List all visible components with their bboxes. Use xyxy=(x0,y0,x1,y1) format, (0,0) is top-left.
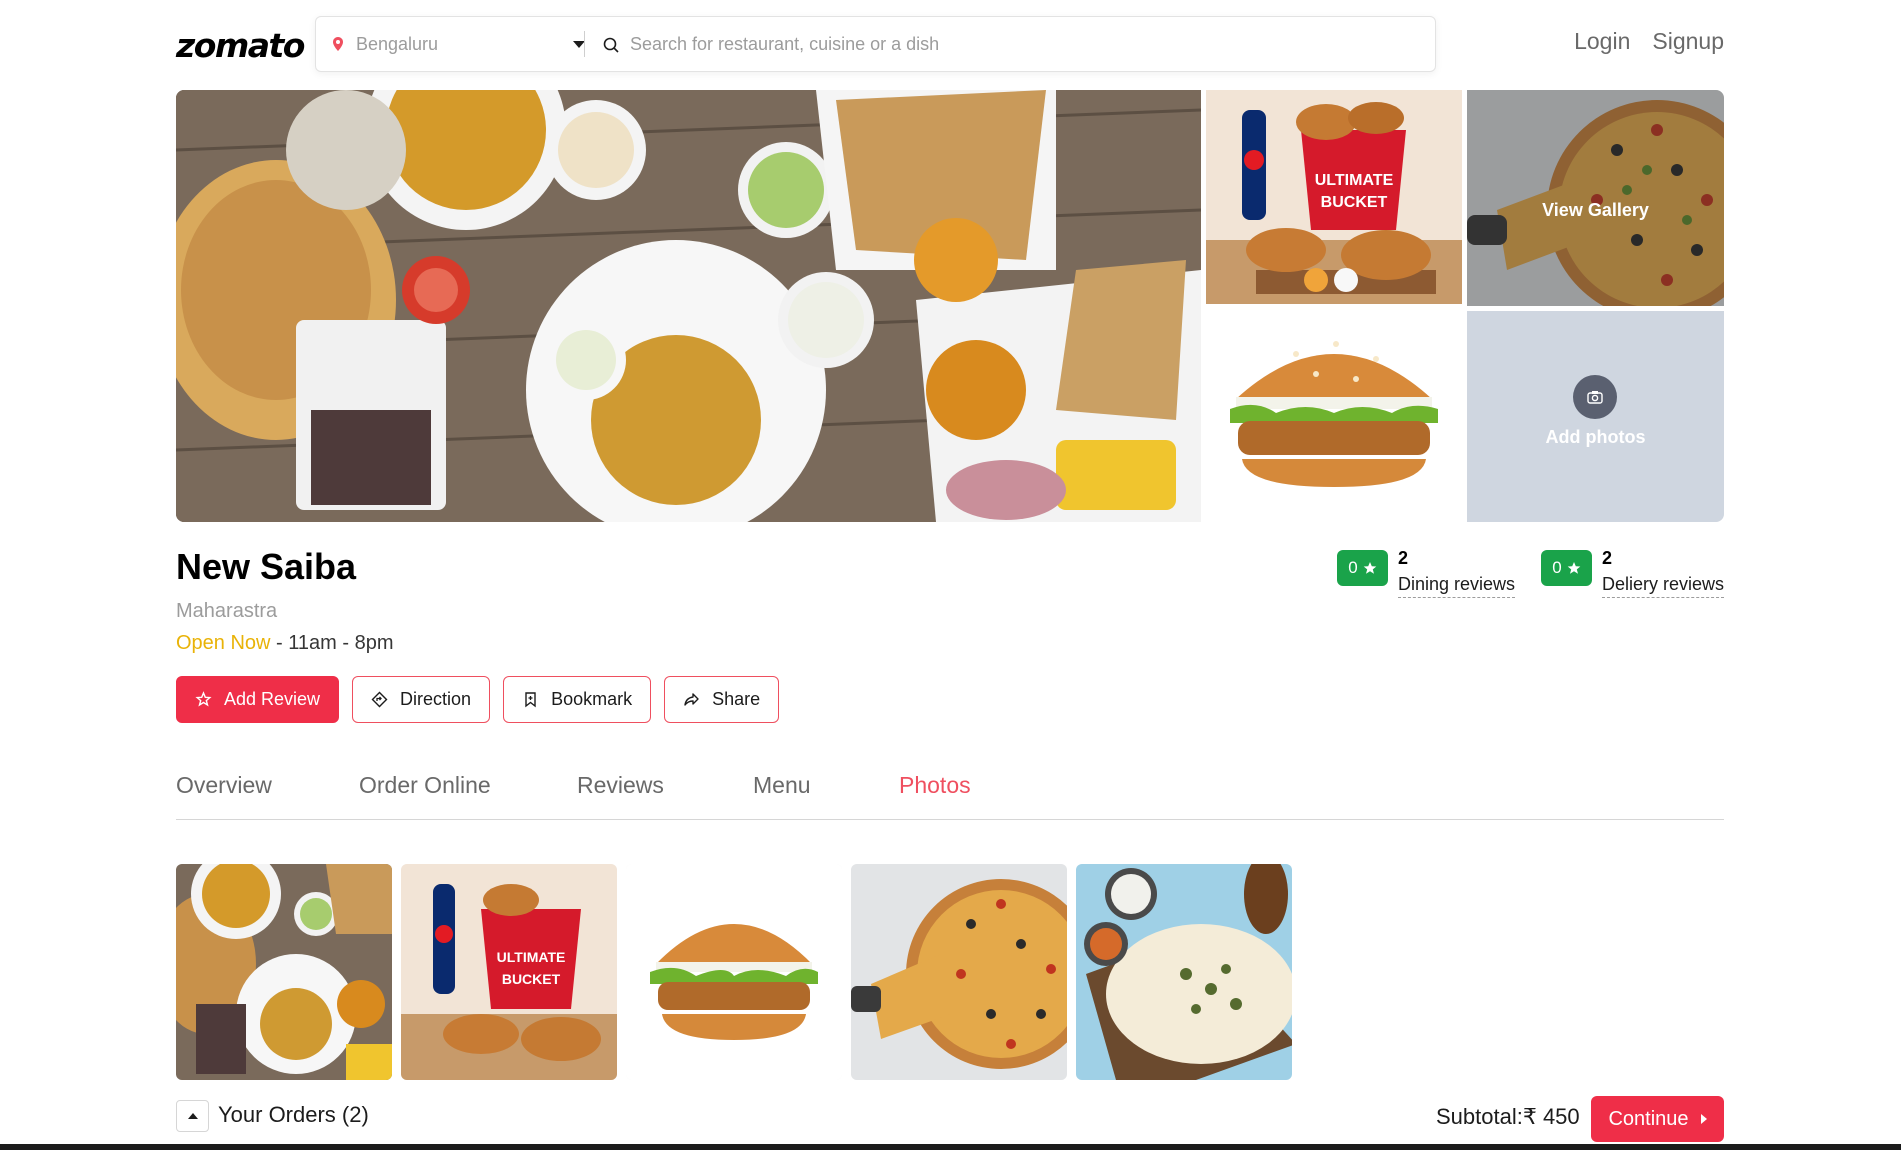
restaurant-location: Maharastra xyxy=(176,600,278,622)
location-selector[interactable]: Bengaluru xyxy=(330,17,585,71)
share-label: Share xyxy=(712,689,761,709)
bookmark-button[interactable]: Bookmark xyxy=(503,676,652,723)
action-buttons: Add Review Direction Bookmark Share xyxy=(176,676,780,723)
thali-image xyxy=(176,90,1201,522)
subtotal-text: Subtotal:₹ 450 xyxy=(1436,1104,1580,1129)
delivery-rating[interactable]: 0 2 Deliery reviews xyxy=(1541,548,1725,598)
continue-label: Continue xyxy=(1608,1107,1689,1130)
photo-thumbnail[interactable] xyxy=(626,864,842,1080)
tab-photos[interactable]: Photos xyxy=(899,772,971,799)
rating-badge: 0 xyxy=(1337,550,1388,586)
rice-plate-thumbnail-image xyxy=(1076,864,1292,1080)
photo-thumbnail[interactable] xyxy=(1076,864,1292,1080)
direction-icon xyxy=(371,691,388,708)
continue-button[interactable]: Continue xyxy=(1591,1096,1724,1142)
search-divider xyxy=(584,31,585,57)
auth-links: Login Signup xyxy=(1574,28,1724,55)
tab-reviews[interactable]: Reviews xyxy=(577,772,664,799)
star-icon xyxy=(1363,562,1377,574)
main-photo[interactable] xyxy=(176,90,1201,522)
burger-photo[interactable] xyxy=(1206,309,1462,522)
rating-info: 2 Deliery reviews xyxy=(1602,548,1725,598)
rating-badge: 0 xyxy=(1541,550,1592,586)
direction-button[interactable]: Direction xyxy=(352,676,491,723)
tab-menu[interactable]: Menu xyxy=(753,772,811,799)
photo-gallery: ULTIMATE BUCKET View Gallery Add photos xyxy=(176,90,1724,522)
expand-orders-button[interactable] xyxy=(176,1100,209,1132)
star-outline-icon xyxy=(195,691,212,707)
login-link[interactable]: Login xyxy=(1574,28,1630,55)
opening-hours: Open Now - 11am - 8pm xyxy=(176,632,394,655)
bucket-photo[interactable]: ULTIMATE BUCKET xyxy=(1206,90,1462,304)
orders-bar: Your Orders (2) Subtotal:₹ 450 Continue xyxy=(0,1094,1901,1150)
star-icon xyxy=(1567,562,1581,574)
your-orders-label[interactable]: Your Orders (2) xyxy=(218,1102,369,1128)
add-review-button[interactable]: Add Review xyxy=(176,676,340,723)
view-gallery-label[interactable]: View Gallery xyxy=(1467,200,1724,221)
view-gallery-tile[interactable]: View Gallery xyxy=(1467,90,1724,306)
camera-icon xyxy=(1573,375,1617,419)
section-tabs: Overview Order Online Reviews Menu Photo… xyxy=(176,768,1724,820)
burger-thumbnail-image xyxy=(626,864,842,1080)
svg-text:BUCKET: BUCKET xyxy=(1321,194,1388,211)
rating-info: 2 Dining reviews xyxy=(1398,548,1516,598)
rating-value: 0 xyxy=(1348,558,1358,577)
dining-rating[interactable]: 0 2 Dining reviews xyxy=(1337,548,1516,598)
zomato-logo[interactable]: zomato xyxy=(176,26,305,65)
add-photos-tile[interactable]: Add photos xyxy=(1467,311,1724,522)
review-count: 2 xyxy=(1602,548,1613,568)
chicken-bucket-image: ULTIMATE BUCKET xyxy=(1206,90,1462,304)
share-button[interactable]: Share xyxy=(664,676,780,723)
photo-thumbnail[interactable] xyxy=(851,864,1067,1080)
gallery-overlay xyxy=(1467,90,1724,306)
search-bar: Bengaluru xyxy=(315,16,1436,72)
bucket-thumbnail-image: ULTIMATE BUCKET xyxy=(401,864,617,1080)
hours-text: - 11am - 8pm xyxy=(270,632,394,654)
photo-thumbnail[interactable]: ULTIMATE BUCKET xyxy=(401,864,617,1080)
top-header: zomato Bengaluru Login Signup xyxy=(176,14,1724,72)
restaurant-name: New Saiba xyxy=(176,546,357,587)
bookmark-icon xyxy=(525,692,536,708)
pizza-thumbnail-image xyxy=(851,864,1067,1080)
direction-label: Direction xyxy=(400,689,472,709)
open-status: Open Now xyxy=(176,632,271,654)
rating-value: 0 xyxy=(1552,558,1562,577)
location-text: Bengaluru xyxy=(356,33,439,54)
photo-grid: ULTIMATE BUCKET xyxy=(176,864,1292,1080)
chevron-right-icon xyxy=(1700,1114,1707,1124)
svg-text:BUCKET: BUCKET xyxy=(502,971,561,987)
bookmark-label: Bookmark xyxy=(551,689,633,709)
search-input[interactable] xyxy=(630,17,1420,71)
signup-link[interactable]: Signup xyxy=(1652,28,1724,55)
share-icon xyxy=(684,693,699,706)
svg-text:ULTIMATE: ULTIMATE xyxy=(1315,172,1394,189)
add-review-label: Add Review xyxy=(224,689,321,709)
search-icon xyxy=(603,37,619,53)
photo-thumbnail[interactable] xyxy=(176,864,392,1080)
add-photos-label: Add photos xyxy=(1545,427,1646,447)
tab-overview[interactable]: Overview xyxy=(176,772,272,799)
bottom-strip xyxy=(0,1144,1901,1150)
burger-image xyxy=(1206,309,1462,522)
thali-thumbnail-image xyxy=(176,864,392,1080)
chevron-up-icon xyxy=(187,1113,198,1119)
tab-order-online[interactable]: Order Online xyxy=(359,772,491,799)
review-label: Dining reviews xyxy=(1398,574,1516,598)
svg-text:ULTIMATE: ULTIMATE xyxy=(497,949,566,965)
location-pin-icon xyxy=(333,37,343,51)
review-count: 2 xyxy=(1398,548,1409,568)
review-label: Deliery reviews xyxy=(1602,574,1725,598)
